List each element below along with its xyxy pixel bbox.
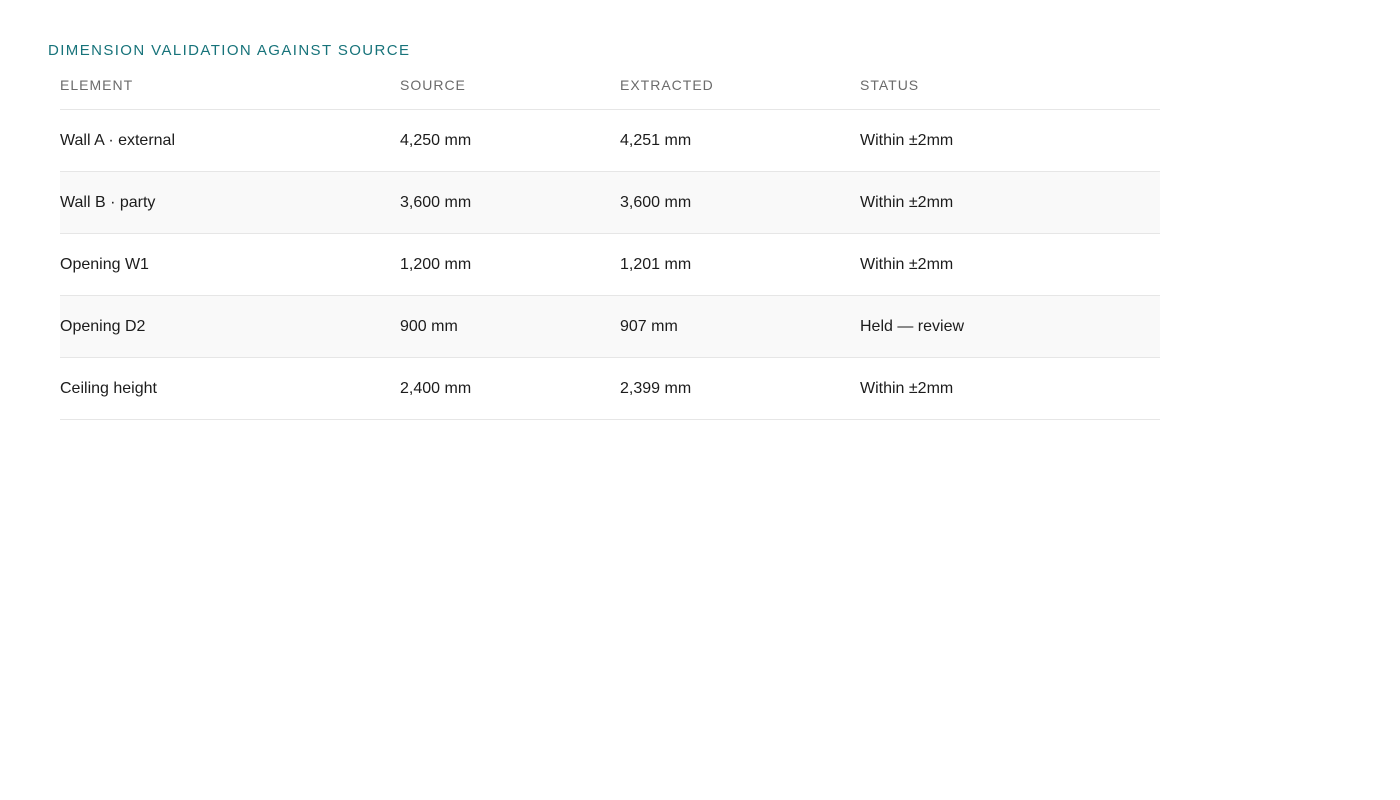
extracted-cell: 2,399 mm [620, 379, 692, 397]
status-cell: Within ±2mm [860, 255, 954, 273]
table-row: Wall A · external 4,250 mm 4,251 mm With… [60, 110, 1160, 172]
element-cell: Opening W1 [60, 255, 149, 273]
extracted-cell: 4,251 mm [620, 131, 692, 149]
element-cell: Opening D2 [60, 317, 146, 335]
table-header-row: ELEMENT SOURCE EXTRACTED STATUS [60, 60, 1160, 110]
section-title: DIMENSION VALIDATION AGAINST SOURCE [48, 42, 411, 59]
extracted-cell: 907 mm [620, 317, 678, 335]
status-cell: Within ±2mm [860, 193, 954, 211]
source-cell: 900 mm [400, 317, 458, 335]
column-header-source: SOURCE [400, 76, 466, 93]
status-cell: Within ±2mm [860, 379, 954, 397]
dimension-validation-table: ELEMENT SOURCE EXTRACTED STATUS Wall A ·… [60, 60, 1160, 420]
extracted-cell: 1,201 mm [620, 255, 692, 273]
table-row: Wall B · party 3,600 mm 3,600 mm Within … [60, 172, 1160, 234]
element-cell: Ceiling height [60, 379, 157, 397]
status-cell: Within ±2mm [860, 131, 954, 149]
element-cell: Wall A · external [60, 131, 176, 149]
column-header-extracted: EXTRACTED [620, 76, 714, 93]
status-cell: Held — review [860, 317, 965, 335]
source-cell: 1,200 mm [400, 255, 472, 273]
element-cell: Wall B · party [60, 193, 156, 211]
source-cell: 3,600 mm [400, 193, 472, 211]
column-header-element: ELEMENT [60, 76, 134, 93]
table-row: Opening W1 1,200 mm 1,201 mm Within ±2mm [60, 234, 1160, 296]
table-row: Opening D2 900 mm 907 mm Held — review [60, 296, 1160, 358]
extracted-cell: 3,600 mm [620, 193, 692, 211]
column-header-status: STATUS [860, 76, 920, 93]
table-row: Ceiling height 2,400 mm 2,399 mm Within … [60, 358, 1160, 420]
source-cell: 4,250 mm [400, 131, 472, 149]
source-cell: 2,400 mm [400, 379, 472, 397]
